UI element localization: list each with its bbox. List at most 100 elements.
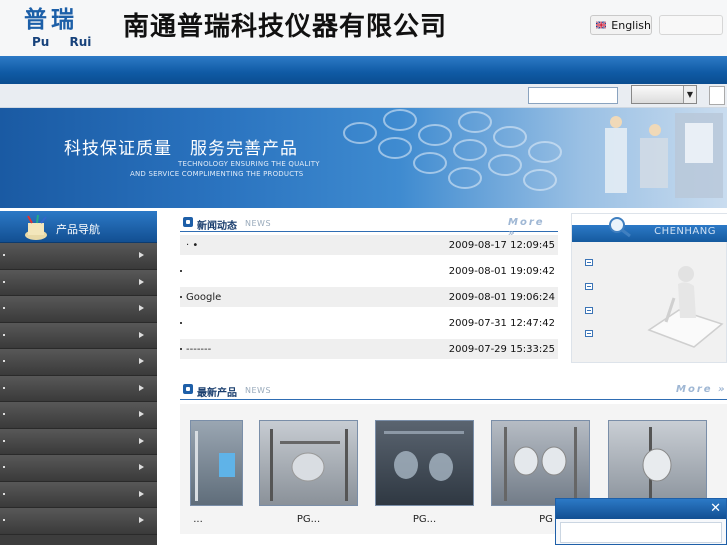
news-section-header: 新闻动态 NEWS More »: [180, 213, 558, 239]
product-image: [270, 429, 348, 501]
magnifier-icon: [609, 217, 631, 238]
bullet-icon: [180, 348, 182, 350]
sidebar-header: 产品导航: [0, 211, 157, 243]
news-item[interactable]: · • 2009-08-17 12:09:45: [180, 235, 558, 255]
product-nav-sidebar: 产品导航: [0, 211, 157, 545]
product-image: [642, 427, 672, 501]
bullet-icon: [3, 492, 5, 495]
uk-flag-icon: [596, 21, 607, 29]
search-button[interactable]: [709, 86, 725, 105]
news-item[interactable]: 2009-07-31 12:47:42: [180, 313, 558, 333]
news-item[interactable]: Google 2009-08-01 19:06:24: [180, 287, 558, 307]
banner-slogan: 科技保证质量 服务完善产品: [64, 139, 298, 159]
page: 普瑞 Pu Rui 南通普瑞科技仪器有限公司 English ▼ 科技保证质量 …: [0, 0, 727, 545]
search-category-select[interactable]: ▼: [631, 85, 697, 104]
list-icon[interactable]: [585, 330, 593, 337]
bullet-icon: [180, 270, 182, 272]
sidebar-item[interactable]: [0, 428, 157, 455]
banner-subtitle-line2: AND SERVICE COMPLIMENTING THE PRODUCTS: [130, 170, 304, 178]
bullet-icon: [3, 386, 5, 389]
bullet-icon: [3, 280, 5, 283]
products-section-header: 最新产品 NEWS More »: [180, 380, 727, 400]
sidebar-item[interactable]: [0, 296, 157, 323]
chevron-right-icon: [139, 411, 144, 417]
product-image: [384, 431, 464, 481]
sidebar-item[interactable]: [0, 455, 157, 482]
product-image: [504, 427, 577, 501]
products-tag: NEWS: [245, 386, 272, 395]
news-item[interactable]: 2009-08-01 19:09:42: [180, 261, 558, 281]
search-bar: ▼: [0, 84, 727, 108]
sidebar-item[interactable]: [0, 508, 157, 535]
product-thumbnail[interactable]: [190, 420, 243, 506]
chevron-down-icon: ▼: [683, 86, 696, 103]
right-panel-header: CHENHANG: [572, 214, 727, 242]
bullet-icon: [3, 333, 5, 336]
product-thumbnail[interactable]: [491, 420, 590, 506]
sidebar-title: 产品导航: [56, 223, 100, 236]
bullet-icon: [3, 413, 5, 415]
bullet-icon: [3, 439, 5, 442]
news-item-date: 2009-08-01 19:09:42: [448, 266, 555, 277]
chevron-right-icon: [139, 437, 144, 444]
close-icon[interactable]: ✕: [710, 501, 721, 516]
news-item[interactable]: ------- 2009-07-29 15:33:25: [180, 339, 558, 359]
product-label[interactable]: PG...: [259, 514, 358, 525]
logo-chinese: 普瑞: [24, 6, 78, 33]
logo[interactable]: 普瑞 Pu Rui: [24, 7, 96, 51]
company-name: 南通普瑞科技仪器有限公司: [123, 12, 448, 42]
product-thumbnail[interactable]: [608, 420, 707, 506]
search-input[interactable]: [528, 87, 618, 104]
sidebar-item[interactable]: [0, 402, 157, 429]
popup-body: [560, 522, 722, 543]
chevron-right-icon: [139, 278, 144, 285]
sidebar-item[interactable]: [0, 481, 157, 508]
chevron-right-icon: [139, 464, 144, 470]
news-item-date: 2009-08-01 19:06:24: [448, 292, 555, 303]
news-item-title: Google: [186, 292, 222, 303]
product-label[interactable]: PG...: [375, 514, 474, 525]
list-icon[interactable]: [585, 307, 593, 314]
chevron-right-icon: [139, 384, 144, 391]
sidebar-item[interactable]: [0, 375, 157, 402]
bullet-icon: [180, 322, 182, 324]
section-icon: [183, 217, 193, 227]
bullet-icon: [3, 466, 5, 468]
floating-popup: ✕: [555, 498, 727, 545]
english-language-button[interactable]: English: [590, 15, 652, 35]
writing-figure-illustration: [647, 266, 724, 348]
news-item-date: 2009-08-17 12:09:45: [448, 240, 555, 251]
product-label[interactable]: ...: [192, 514, 204, 525]
header-blank-button[interactable]: [659, 15, 723, 35]
list-icon[interactable]: [585, 283, 593, 290]
product-thumbnail[interactable]: [375, 420, 474, 506]
bullet-icon: [3, 254, 5, 256]
popup-titlebar[interactable]: ✕: [556, 499, 726, 519]
bullet-icon: [3, 360, 5, 362]
sidebar-item[interactable]: [0, 269, 157, 296]
sidebar-item[interactable]: [0, 322, 157, 349]
sidebar-item[interactable]: [0, 243, 157, 270]
hero-banner: 科技保证质量 服务完善产品 TECHNOLOGY ENSURING THE QU…: [0, 108, 727, 208]
right-info-panel: CHENHANG: [571, 213, 727, 363]
news-item-date: 2009-07-31 12:47:42: [448, 318, 555, 329]
list-icon[interactable]: [585, 259, 593, 266]
language-label: English: [611, 18, 651, 32]
products-more-link[interactable]: More »: [676, 384, 727, 395]
product-image: [195, 431, 235, 501]
news-tag: NEWS: [245, 219, 272, 228]
main-nav-bar[interactable]: [0, 56, 727, 84]
chevron-right-icon: [139, 252, 144, 258]
pen-holder-icon: [25, 215, 47, 240]
bullet-icon: [180, 296, 182, 298]
news-item-date: 2009-07-29 15:33:25: [448, 344, 555, 355]
chevron-right-icon: [139, 331, 144, 338]
bullet-icon: [3, 307, 5, 309]
section-icon: [183, 384, 193, 394]
product-thumbnail[interactable]: [259, 420, 358, 506]
chevron-right-icon: [139, 490, 144, 497]
right-panel-tag: CHENHANG: [654, 226, 716, 237]
header: 普瑞 Pu Rui 南通普瑞科技仪器有限公司 English: [0, 0, 727, 56]
chevron-right-icon: [139, 517, 144, 523]
sidebar-item[interactable]: [0, 349, 157, 376]
